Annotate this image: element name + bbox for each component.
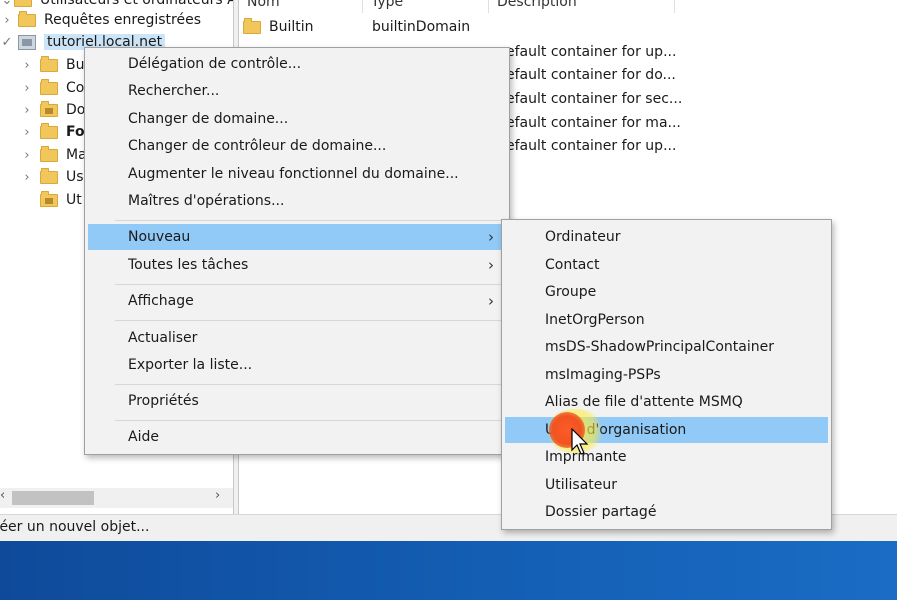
row-description: efault container for do... <box>506 67 676 83</box>
menu-item-help[interactable]: Aide <box>88 424 506 450</box>
chevron-down-icon[interactable]: ✓ <box>0 35 14 50</box>
folder-icon <box>40 122 58 139</box>
submenu-item-user[interactable]: Utilisateur <box>505 472 828 498</box>
submenu-item-shared-folder[interactable]: Dossier partagé <box>505 499 828 525</box>
ou-folder-icon <box>40 190 58 207</box>
column-header-type[interactable]: Type <box>363 0 489 13</box>
folder-icon <box>40 78 58 95</box>
column-header-name[interactable]: Nom <box>239 0 363 13</box>
tree-item-child[interactable]: › Do <box>20 99 85 121</box>
submenu-item-group[interactable]: Groupe <box>505 279 828 305</box>
mouse-pointer-icon <box>571 428 589 455</box>
table-row[interactable]: Builtin <box>243 17 314 35</box>
domain-icon <box>18 34 36 50</box>
chevron-right-icon[interactable]: › <box>20 103 34 118</box>
submenu-item-contact[interactable]: Contact <box>505 252 828 278</box>
menu-separator <box>115 320 503 321</box>
menu-item-change-dc[interactable]: Changer de contrôleur de domaine... <box>88 133 506 159</box>
submenu-item-inetorgperson[interactable]: InetOrgPerson <box>505 307 828 333</box>
tree-item-label: Requêtes enregistrées <box>44 12 202 28</box>
tree-item-child[interactable]: › Fo <box>20 121 85 143</box>
tree-item-child[interactable]: › Us <box>20 166 84 188</box>
submenu-item-imaging-psps[interactable]: msImaging-PSPs <box>505 362 828 388</box>
menu-item-new[interactable]: Nouveau › <box>88 224 506 250</box>
folder-icon <box>18 10 36 27</box>
menu-item-raise-level[interactable]: Augmenter le niveau fonctionnel du domai… <box>88 161 506 187</box>
tree-item-saved-queries[interactable]: › Requêtes enregistrées <box>0 9 201 31</box>
row-description: efault container for ma... <box>506 115 681 131</box>
menu-item-label: Affichage <box>128 293 194 309</box>
menu-item-export-list[interactable]: Exporter la liste... <box>88 352 506 378</box>
ou-folder-icon <box>40 100 58 117</box>
row-description: efault container for up... <box>506 138 677 154</box>
tree-item-label: Do <box>66 102 86 118</box>
folder-icon <box>40 55 58 72</box>
folder-icon <box>14 0 32 7</box>
folder-icon <box>243 17 261 34</box>
submenu-item-shadow-principal[interactable]: msDS-ShadowPrincipalContainer <box>505 334 828 360</box>
scroll-left-icon[interactable]: ‹ <box>0 488 5 503</box>
submenu-item-msmq-alias[interactable]: Alias de file d'attente MSMQ <box>505 389 828 415</box>
tree-item-child[interactable]: › Bu <box>20 54 84 76</box>
scroll-right-icon[interactable]: › <box>215 488 220 503</box>
menu-separator <box>115 420 503 421</box>
menu-separator <box>115 284 503 285</box>
column-header-description[interactable]: Description <box>489 0 675 13</box>
chevron-right-icon[interactable]: › <box>20 81 34 96</box>
menu-item-properties[interactable]: Propriétés <box>88 388 506 414</box>
menu-item-operations-masters[interactable]: Maîtres d'opérations... <box>88 188 506 214</box>
chevron-right-icon[interactable]: › <box>20 125 34 140</box>
tree-item-label: Ut <box>66 192 82 208</box>
tree-item-child[interactable]: › Ma <box>20 144 87 166</box>
menu-item-all-tasks[interactable]: Toutes les tâches › <box>88 252 506 278</box>
taskbar <box>0 541 897 600</box>
chevron-down-icon[interactable]: ⌄ <box>0 0 14 8</box>
context-menu: Délégation de contrôle... Rechercher... … <box>84 47 510 455</box>
status-text: réer un nouvel objet... <box>0 519 150 535</box>
submenu-item-printer[interactable]: Imprimante <box>505 444 828 470</box>
menu-separator <box>115 220 503 221</box>
tree-item-child[interactable]: Ut <box>20 189 82 211</box>
new-submenu: Ordinateur Contact Groupe InetOrgPerson … <box>501 219 832 530</box>
chevron-right-icon[interactable]: › <box>20 170 34 185</box>
folder-icon <box>40 167 58 184</box>
row-type: builtinDomain <box>372 19 471 35</box>
tree-root-label: Utilisateurs et ordinateurs Active Direc… <box>40 0 233 8</box>
menu-item-delegation[interactable]: Délégation de contrôle... <box>88 51 506 77</box>
menu-item-view[interactable]: Affichage › <box>88 288 506 314</box>
tree-item-label: Bu <box>66 57 85 73</box>
row-description: efault container for sec... <box>506 91 683 107</box>
submenu-arrow-icon: › <box>488 292 494 310</box>
submenu-arrow-icon: › <box>488 228 494 246</box>
menu-item-change-domain[interactable]: Changer de domaine... <box>88 106 506 132</box>
folder-icon <box>40 145 58 162</box>
submenu-item-computer[interactable]: Ordinateur <box>505 224 828 250</box>
submenu-arrow-icon: › <box>488 256 494 274</box>
chevron-right-icon[interactable]: › <box>0 13 14 28</box>
tree-item-label: Us <box>66 169 84 185</box>
menu-item-label: Toutes les tâches <box>128 257 249 273</box>
tree-item-child[interactable]: › Co <box>20 77 84 99</box>
chevron-right-icon[interactable]: › <box>20 58 34 73</box>
row-description: efault container for up... <box>506 44 677 60</box>
tree-item-label: Fo <box>66 124 85 140</box>
horizontal-scrollbar[interactable]: ‹ › <box>0 488 233 508</box>
menu-item-label: Nouveau <box>128 229 191 245</box>
menu-separator <box>115 384 503 385</box>
chevron-right-icon[interactable]: › <box>20 148 34 163</box>
row-name: Builtin <box>269 19 314 35</box>
tree-item-label: Co <box>66 80 85 96</box>
menu-item-refresh[interactable]: Actualiser <box>88 325 506 351</box>
menu-item-search[interactable]: Rechercher... <box>88 78 506 104</box>
scrollbar-thumb[interactable] <box>12 491 94 505</box>
